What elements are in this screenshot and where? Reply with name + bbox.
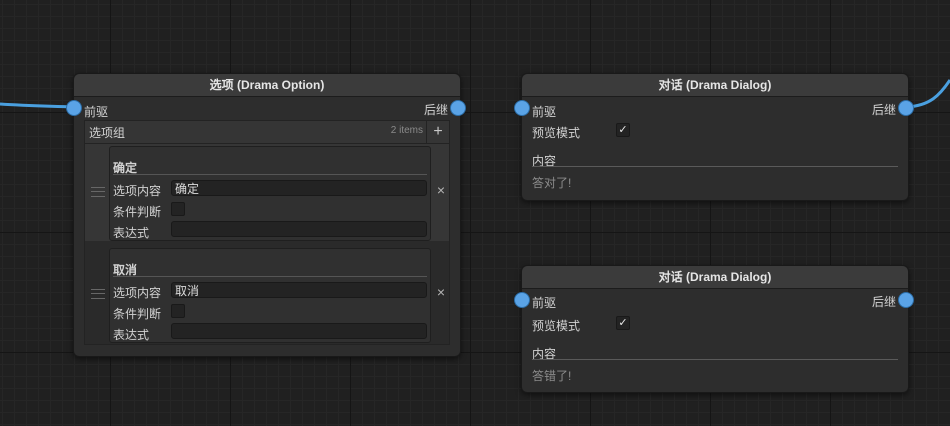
condition-checkbox[interactable] bbox=[171, 202, 185, 216]
option-group-label: 选项组 bbox=[89, 126, 126, 140]
expression-input[interactable] bbox=[171, 221, 427, 237]
wire-incoming[interactable] bbox=[0, 102, 75, 109]
plus-icon[interactable]: + bbox=[426, 121, 449, 143]
divider bbox=[532, 166, 898, 167]
preview-mode-label: 预览模式 bbox=[532, 319, 581, 333]
preview-mode-label: 预览模式 bbox=[532, 126, 581, 140]
dialog-output-port[interactable] bbox=[898, 292, 914, 308]
dialog-input-port[interactable] bbox=[514, 100, 530, 116]
option-output-port[interactable] bbox=[450, 100, 466, 116]
drag-handle-icon[interactable] bbox=[91, 289, 105, 299]
divider bbox=[532, 359, 898, 360]
condition-checkbox[interactable] bbox=[171, 304, 185, 318]
drag-handle-icon[interactable] bbox=[91, 187, 105, 197]
dialog-output-port-label: 后继 bbox=[871, 103, 896, 117]
preview-mode-checkbox[interactable]: ✓ bbox=[616, 316, 630, 330]
option-content-label: 选项内容 bbox=[113, 184, 162, 198]
dialog-node-title: 对话 (Drama Dialog) bbox=[522, 74, 908, 97]
dialog-content-text[interactable]: 答对了! bbox=[532, 174, 571, 191]
dialog-input-port-label: 前驱 bbox=[532, 105, 557, 119]
option-content-label: 选项内容 bbox=[113, 286, 162, 300]
dialog-input-port-label: 前驱 bbox=[532, 296, 557, 310]
divider bbox=[113, 174, 427, 175]
dialog-node-title: 对话 (Drama Dialog) bbox=[522, 266, 908, 289]
option-content-input[interactable]: 确定 bbox=[171, 180, 427, 196]
expression-label: 表达式 bbox=[113, 226, 150, 240]
option-group-count: 2 items bbox=[390, 125, 423, 136]
option-group-header[interactable]: 选项组 2 items + bbox=[84, 120, 450, 144]
option-item-card: 确定 选项内容 确定 条件判断 表达式 bbox=[109, 146, 431, 241]
option-node[interactable]: 选项 (Drama Option) 前驱 后继 选项组 2 items + 确定… bbox=[73, 73, 461, 357]
remove-item-icon[interactable]: × bbox=[437, 284, 445, 300]
option-list: 确定 选项内容 确定 条件判断 表达式 × 取消 选项内容 取消 条件判断 表达… bbox=[84, 143, 450, 345]
divider bbox=[113, 276, 427, 277]
dialog-input-port[interactable] bbox=[514, 292, 530, 308]
preview-mode-checkbox[interactable]: ✓ bbox=[616, 123, 630, 137]
option-output-port-label: 后继 bbox=[423, 103, 448, 117]
dialog-output-port[interactable] bbox=[898, 100, 914, 116]
dialog-node[interactable]: 对话 (Drama Dialog) 前驱 后继 预览模式 ✓ 内容 答对了! bbox=[521, 73, 909, 201]
dialog-output-port-label: 后继 bbox=[871, 295, 896, 309]
condition-label: 条件判断 bbox=[113, 205, 162, 219]
dialog-content-text[interactable]: 答错了! bbox=[532, 367, 571, 384]
expression-input[interactable] bbox=[171, 323, 427, 339]
condition-label: 条件判断 bbox=[113, 307, 162, 321]
remove-item-icon[interactable]: × bbox=[437, 182, 445, 198]
dialog-node[interactable]: 对话 (Drama Dialog) 前驱 后继 预览模式 ✓ 内容 答错了! bbox=[521, 265, 909, 393]
option-input-port-label: 前驱 bbox=[84, 105, 109, 119]
option-node-title: 选项 (Drama Option) bbox=[74, 74, 460, 97]
expression-label: 表达式 bbox=[113, 328, 150, 342]
option-content-input[interactable]: 取消 bbox=[171, 282, 427, 298]
option-item-card: 取消 选项内容 取消 条件判断 表达式 bbox=[109, 248, 431, 343]
option-input-port[interactable] bbox=[66, 100, 82, 116]
